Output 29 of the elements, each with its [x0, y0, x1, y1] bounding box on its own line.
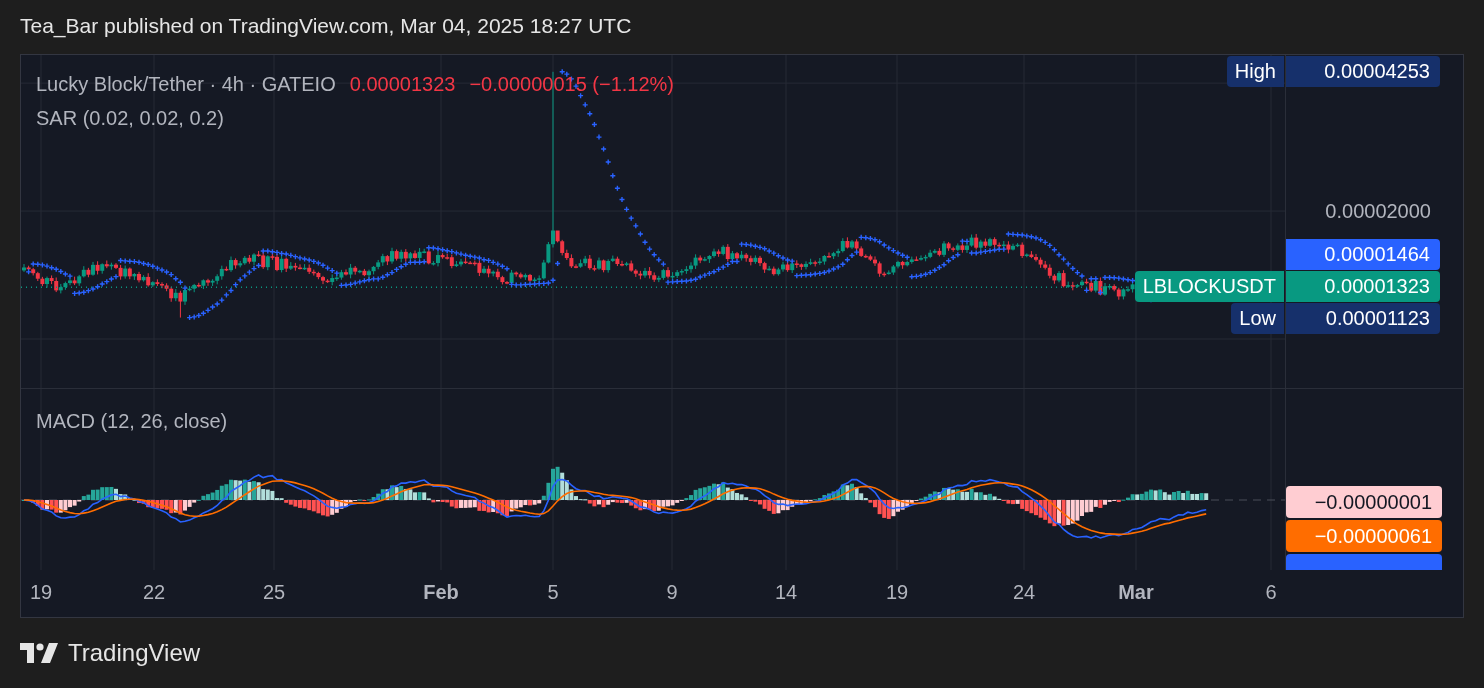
price-tag: 0.00001123 [1286, 303, 1440, 335]
price-tag: 0.00001323 [1286, 271, 1440, 303]
time-axis-label: 25 [262, 580, 286, 604]
time-axis-label: Feb [423, 580, 459, 604]
brand-name: TradingView [68, 639, 201, 667]
indicator-label: MACD (12, 26, close) [36, 409, 228, 434]
price-change: −0.00000015 (−1.12%) [469, 72, 674, 97]
time-axis-label: 14 [774, 580, 798, 604]
price-axis-label: 0.00002000 [1325, 199, 1431, 224]
time-axis-label: 19 [29, 580, 53, 604]
symbol-title: Lucky Block/Tether · 4h · GATEIO [36, 72, 336, 97]
tag-label: LBLOCKUSDT [1134, 271, 1284, 303]
value-tag: −0.00000061 [1286, 520, 1442, 552]
indicator-label: SAR (0.02, 0.02, 0.2) [36, 106, 225, 131]
value-tag: −0.00000001 [1286, 486, 1442, 518]
time-axis-label: 19 [885, 580, 909, 604]
last-price: 0.00001323 [349, 72, 456, 97]
tag-label: Low [1231, 303, 1284, 335]
time-axis-label: 24 [1012, 580, 1036, 604]
logo-icon [20, 643, 58, 663]
time-axis-label: 6 [1265, 580, 1277, 604]
time-axis-label: 22 [142, 580, 166, 604]
time-axis-label: 9 [666, 580, 678, 604]
price-tag: 0.00001464 [1286, 239, 1440, 271]
time-axis-label: Mar [1118, 580, 1154, 604]
publish-caption: Tea_Bar published on TradingView.com, Mar 04, 2025 18:27 UTC [20, 14, 632, 40]
price-tag: 0.00004253 [1286, 55, 1440, 87]
tag-label: High [1226, 55, 1284, 87]
time-axis-label: 5 [547, 580, 559, 604]
